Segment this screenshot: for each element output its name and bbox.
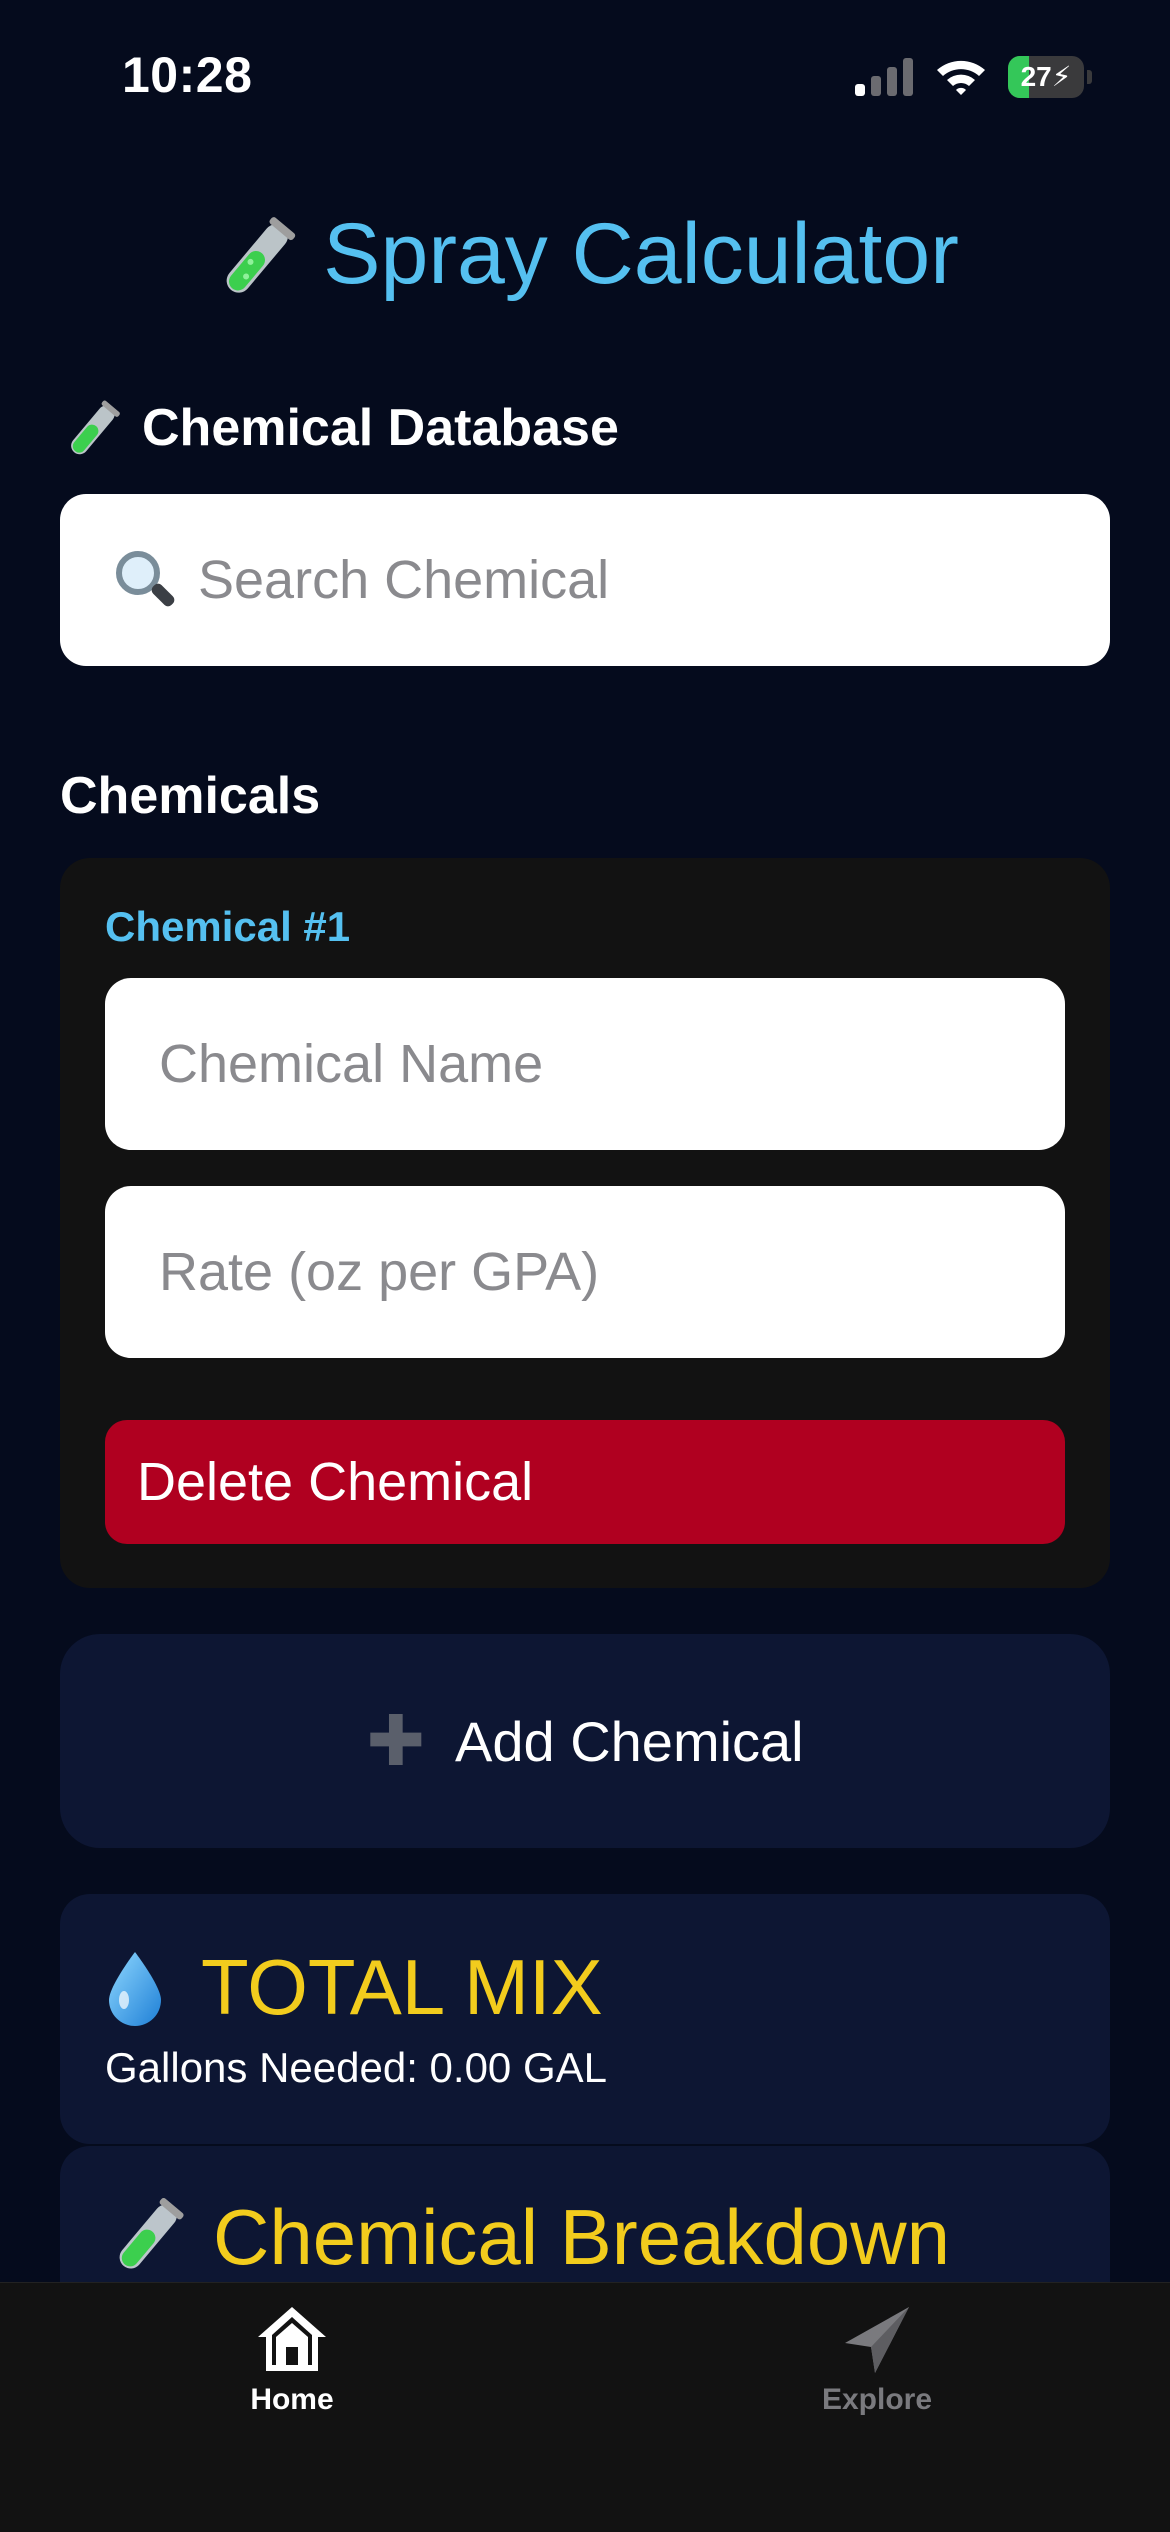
chemical-rate-field[interactable] [105, 1186, 1065, 1358]
plus-icon: ✚ [366, 1702, 426, 1780]
wifi-icon [937, 60, 985, 95]
chemical-breakdown-title-text: Chemical Breakdown [213, 2193, 951, 2281]
search-box[interactable] [60, 494, 1110, 666]
total-mix-title: TOTAL MIX [105, 1942, 603, 2033]
total-mix-card: TOTAL MIX Gallons Needed: 0.00 GAL [60, 1894, 1110, 2144]
database-heading-text: Chemical Database [142, 399, 619, 457]
page-title: Spray Calculator [0, 205, 1170, 305]
tab-explore-label: Explore [821, 2383, 933, 2416]
chemical-rate-input[interactable] [159, 1241, 1019, 1303]
status-bar: 10:28 27⚡ [0, 0, 1170, 150]
chemical-label: Chemical #1 [105, 903, 351, 950]
status-time: 10:28 [122, 47, 253, 103]
tab-explore[interactable]: Explore [727, 2303, 1027, 2417]
chemical-breakdown-title: Chemical Breakdown [105, 2192, 950, 2283]
search-input[interactable] [198, 549, 1058, 611]
database-heading: Chemical Database [60, 398, 619, 463]
add-chemical-label: Add Chemical [455, 1709, 804, 1773]
total-mix-title-text: TOTAL MIX [201, 1943, 603, 2031]
test-tube-icon [71, 400, 120, 455]
tab-home[interactable]: Home [142, 2303, 442, 2417]
battery-icon: 27⚡ [1008, 56, 1092, 98]
app-title-text: Spray Calculator [323, 206, 959, 302]
chemical-name-field[interactable] [105, 978, 1065, 1150]
add-chemical-button[interactable]: ✚ Add Chemical [60, 1634, 1110, 1848]
test-tube-icon [226, 217, 296, 293]
droplet-icon [109, 1951, 161, 2026]
delete-chemical-button[interactable]: Delete Chemical [105, 1420, 1065, 1544]
battery-percent: 27 [1020, 61, 1052, 92]
chemicals-heading: Chemicals [60, 767, 321, 825]
paper-plane-icon [845, 2307, 909, 2373]
test-tube-icon [119, 2197, 184, 2269]
magnifying-glass-icon [116, 551, 175, 607]
gallons-needed: Gallons Needed: 0.00 GAL [105, 2044, 607, 2091]
chemical-card: Chemical #1 Delete Chemical [60, 858, 1110, 1588]
house-icon [258, 2307, 326, 2371]
cellular-signal-icon [855, 58, 913, 96]
tab-bar: Home Explore [0, 2282, 1170, 2532]
tab-home-label: Home [250, 2383, 334, 2416]
chemical-name-input[interactable] [159, 1033, 1019, 1095]
screen: 10:28 27⚡ Spray Calculator Chemical Data… [0, 0, 1170, 2532]
